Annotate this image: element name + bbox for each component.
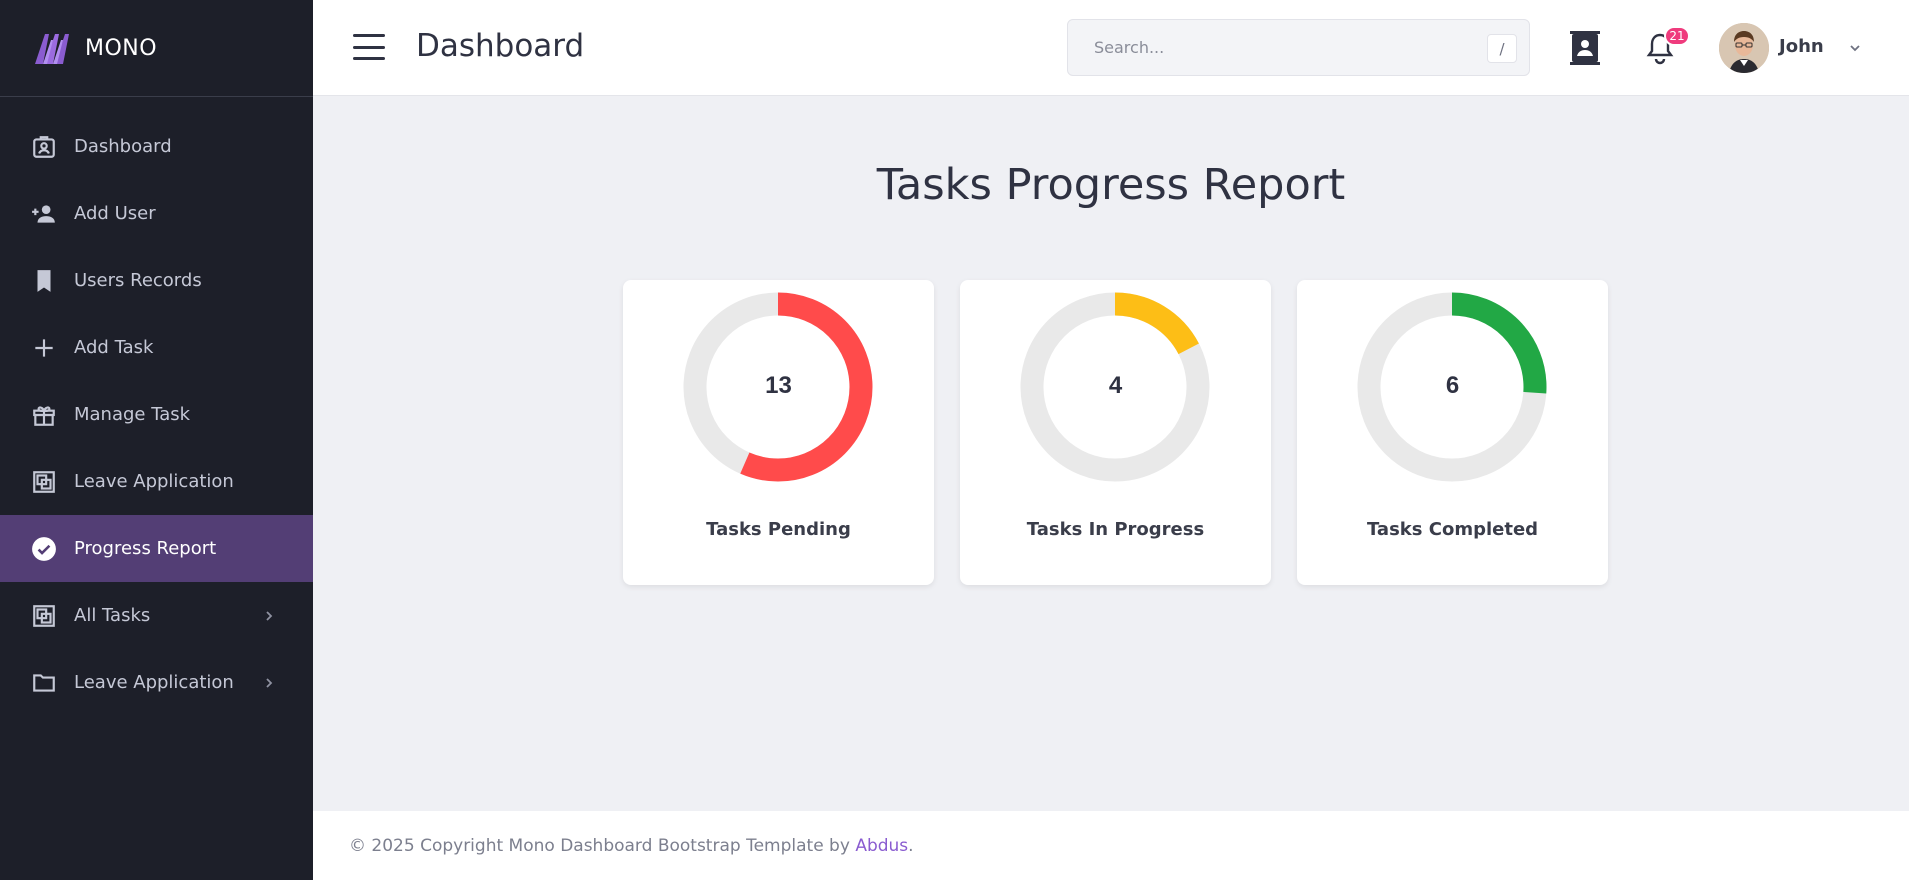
chevron-down-icon[interactable] <box>1848 41 1862 55</box>
top-header: Dashboard / 21 John <box>313 0 1909 96</box>
progress-card-in-progress: 4 Tasks In Progress <box>960 280 1271 585</box>
sidebar: MONO Dashboard Add User Users Records Ad… <box>0 0 313 880</box>
footer: © 2025 Copyright Mono Dashboard Bootstra… <box>313 811 1909 880</box>
sidebar-item-label: Users Records <box>74 270 202 291</box>
sidebar-item-dashboard[interactable]: Dashboard <box>0 113 313 180</box>
mono-logo-icon <box>31 28 79 68</box>
sidebar-item-label: Manage Task <box>74 404 191 425</box>
sidebar-item-label: Add Task <box>74 337 154 358</box>
donut-value: 13 <box>765 372 792 399</box>
page-title: Dashboard <box>416 28 585 64</box>
donut-value: 6 <box>1445 372 1460 399</box>
report-title: Tasks Progress Report <box>876 160 1346 210</box>
avatar[interactable] <box>1719 23 1769 73</box>
card-label: Tasks Completed <box>1366 519 1539 540</box>
sidebar-item-label: Dashboard <box>74 136 172 157</box>
hamburger-menu-icon[interactable] <box>353 34 385 60</box>
notification-badge: 21 <box>1664 26 1690 46</box>
search-shortcut-key: / <box>1487 34 1517 63</box>
folder-icon <box>30 669 58 697</box>
card-label: Tasks Pending <box>706 519 851 540</box>
badge-icon <box>30 133 58 161</box>
add-user-icon <box>30 200 58 228</box>
sidebar-item-label: All Tasks <box>74 605 151 626</box>
footer-suffix: . <box>908 835 914 856</box>
user-name[interactable]: John <box>1779 36 1824 57</box>
sidebar-item-label: Progress Report <box>74 538 217 559</box>
search-box[interactable]: / <box>1067 19 1530 76</box>
progress-card-pending: 13 Tasks Pending <box>623 280 934 585</box>
bookmark-icon <box>30 267 58 295</box>
chevron-right-icon <box>266 677 273 688</box>
footer-text: © 2025 Copyright Mono Dashboard Bootstra… <box>349 835 850 856</box>
sidebar-item-manage-task[interactable]: Manage Task <box>0 381 313 448</box>
sidebar-item-leave-application[interactable]: Leave Application <box>0 448 313 515</box>
card-label: Tasks In Progress <box>1026 519 1205 540</box>
sidebar-item-label: Add User <box>74 203 156 224</box>
search-input[interactable] <box>1068 20 1529 75</box>
check-circle-icon <box>30 535 58 563</box>
gift-icon <box>30 401 58 429</box>
sidebar-item-users-records[interactable]: Users Records <box>0 247 313 314</box>
brand[interactable]: MONO <box>0 0 313 97</box>
progress-cards: 13 Tasks Pending 4 Tasks In Progress 6 T… <box>623 280 1608 585</box>
sidebar-item-all-tasks[interactable]: All Tasks <box>0 582 313 649</box>
footer-author-link[interactable]: Abdus <box>855 836 908 856</box>
brand-name: MONO <box>85 35 158 61</box>
donut-value: 4 <box>1108 372 1123 399</box>
sidebar-item-label: Leave Application <box>74 471 234 492</box>
chevron-right-icon <box>266 610 273 621</box>
sidebar-nav: Dashboard Add User Users Records Add Tas… <box>0 97 313 716</box>
sidebar-item-leave-application-group[interactable]: Leave Application <box>0 649 313 716</box>
progress-card-completed: 6 Tasks Completed <box>1297 280 1608 585</box>
sidebar-item-progress-report[interactable]: Progress Report <box>0 515 313 582</box>
layers-icon <box>30 468 58 496</box>
sidebar-item-label: Leave Application <box>74 672 234 693</box>
contacts-icon[interactable] <box>1568 30 1602 66</box>
sidebar-item-add-task[interactable]: Add Task <box>0 314 313 381</box>
layers-icon <box>30 602 58 630</box>
plus-icon <box>30 334 58 362</box>
sidebar-item-add-user[interactable]: Add User <box>0 180 313 247</box>
